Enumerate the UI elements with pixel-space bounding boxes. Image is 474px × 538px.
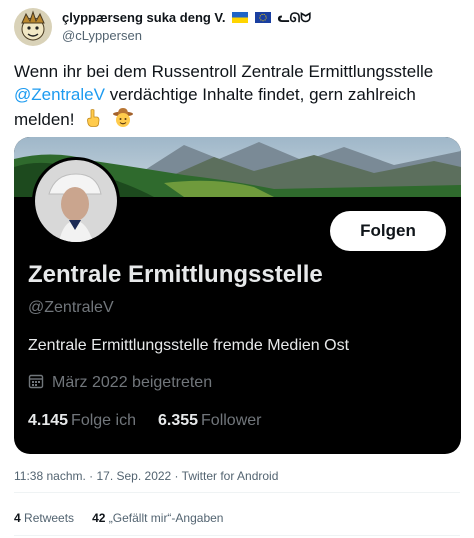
retweets-stat[interactable]: 4 Retweets — [14, 511, 74, 525]
pointing-up-icon — [87, 109, 100, 127]
ukraine-flag-icon — [232, 12, 249, 23]
divider — [14, 535, 460, 536]
author-avatar[interactable] — [14, 8, 52, 46]
profile-avatar[interactable] — [32, 157, 120, 245]
tweet-text-part1: Wenn ihr bei dem Russentroll Zentrale Er… — [14, 62, 434, 81]
tweet-text: Wenn ihr bei dem Russentroll Zentrale Er… — [14, 60, 466, 131]
retweets-count: 4 — [14, 511, 21, 525]
followers-stat[interactable]: 6.355 Follower — [158, 412, 262, 429]
followers-label: Follower — [201, 412, 262, 429]
profile-joined-text: März 2022 beigetreten — [52, 374, 213, 391]
mention-link[interactable]: @ZentraleV — [14, 85, 105, 104]
profile-joined: März 2022 beigetreten — [28, 373, 212, 392]
likes-stat[interactable]: 42 „Gefällt mir“-Angaben — [92, 511, 223, 525]
author-display-name[interactable]: çlyppærseng suka deng V. ᓚᘏᗢ — [62, 10, 311, 26]
author-name-text: çlyppærseng suka deng V. — [62, 10, 226, 25]
following-label: Folge ich — [71, 412, 136, 429]
following-stat[interactable]: 4.145 Folge ich — [28, 412, 136, 429]
followers-count: 6.355 — [157, 412, 199, 429]
profile-stats: 4.145 Folge ich 6.355 Follower — [28, 412, 261, 430]
author-name-suffix: ᓚᘏᗢ — [277, 10, 312, 25]
eu-flag-icon — [254, 12, 271, 23]
calendar-icon — [28, 374, 44, 389]
engagement-bar: 4 Retweets 42 „Gefällt mir“-Angaben — [14, 511, 223, 525]
profile-bio: Zentrale Ermittlungsstelle fremde Medien… — [28, 337, 350, 354]
likes-count: 42 — [92, 511, 106, 525]
following-count: 4.145 — [28, 412, 69, 429]
follow-button[interactable]: Folgen — [330, 211, 446, 251]
retweets-label: Retweets — [24, 511, 75, 525]
divider — [14, 492, 460, 493]
cowboy-face-icon — [112, 108, 133, 127]
tweet: çlyppærseng suka deng V. ᓚᘏᗢ @cLyppersen… — [0, 0, 474, 538]
profile-handle[interactable]: @ZentraleV — [28, 299, 114, 317]
profile-card[interactable]: Folgen Zentrale Ermittlungsstelle @Zentr… — [14, 137, 461, 454]
tweet-timestamp[interactable]: 11:38 nachm. · 17. Sep. 2022 · Twitter f… — [14, 469, 278, 483]
likes-label: „Gefällt mir“-Angaben — [108, 511, 224, 525]
author-username[interactable]: @cLyppersen — [62, 28, 142, 43]
profile-title[interactable]: Zentrale Ermittlungsstelle — [28, 261, 323, 289]
